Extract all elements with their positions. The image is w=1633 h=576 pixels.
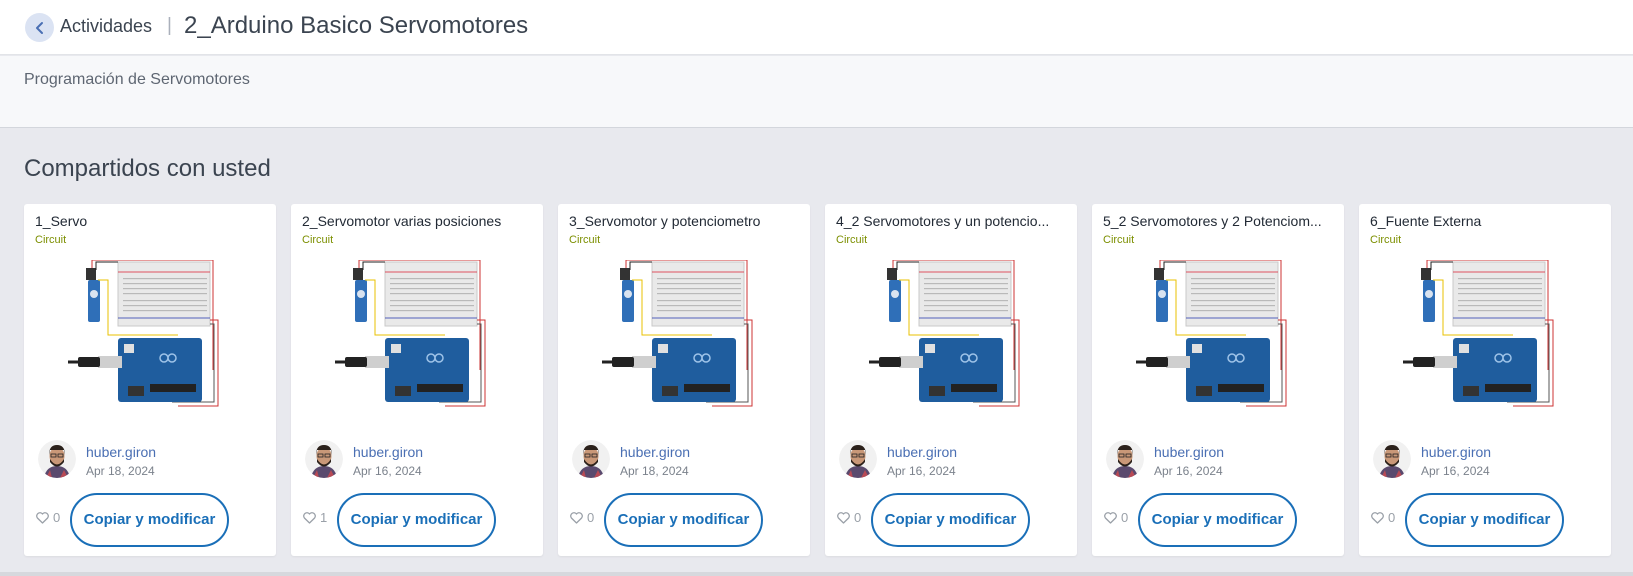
like-button[interactable]: 0 (837, 510, 861, 525)
design-card[interactable]: 3_Servomotor y potenciometro Circuit hub… (558, 204, 810, 556)
like-count: 0 (1121, 510, 1129, 525)
circuit-thumbnail[interactable] (1136, 260, 1306, 420)
heart-icon (570, 511, 583, 524)
card-date: Apr 18, 2024 (620, 464, 689, 478)
card-title[interactable]: 4_2 Servomotores y un potencio... (836, 213, 1071, 229)
divider (0, 572, 1633, 576)
design-card[interactable]: 1_Servo Circuit huber.giron Apr 18, 2024… (24, 204, 276, 556)
copy-and-modify-button[interactable]: Copiar y modificar (871, 493, 1030, 547)
author-avatar[interactable] (305, 440, 343, 478)
like-button[interactable]: 0 (570, 510, 594, 525)
copy-and-modify-button[interactable]: Copiar y modificar (337, 493, 496, 547)
page-title: 2_Arduino Basico Servomotores (184, 12, 529, 39)
chevron-left-icon (35, 21, 43, 34)
circuit-thumbnail[interactable] (335, 260, 505, 420)
heart-icon (1104, 511, 1117, 524)
like-count: 0 (53, 510, 61, 525)
back-button[interactable] (25, 13, 54, 42)
copy-and-modify-button[interactable]: Copiar y modificar (1405, 493, 1564, 547)
like-count: 0 (1388, 510, 1396, 525)
breadcrumb-separator: | (167, 15, 172, 36)
author-avatar[interactable] (1106, 440, 1144, 478)
author-link[interactable]: huber.giron (86, 444, 156, 460)
like-count: 1 (320, 510, 328, 525)
heart-icon (837, 511, 850, 524)
card-title[interactable]: 6_Fuente Externa (1370, 213, 1605, 229)
breadcrumb-actividades[interactable]: Actividades (60, 16, 152, 37)
author-link[interactable]: huber.giron (1421, 444, 1491, 460)
author-avatar[interactable] (572, 440, 610, 478)
card-type-label: Circuit (569, 234, 601, 246)
copy-and-modify-button[interactable]: Copiar y modificar (604, 493, 763, 547)
card-date: Apr 16, 2024 (1154, 464, 1223, 478)
description-panel: Programación de Servomotores (0, 56, 1633, 128)
circuit-thumbnail[interactable] (68, 260, 238, 420)
card-type-label: Circuit (836, 234, 868, 246)
copy-and-modify-button[interactable]: Copiar y modificar (1138, 493, 1297, 547)
like-button[interactable]: 0 (1104, 510, 1128, 525)
author-avatar[interactable] (38, 440, 76, 478)
like-button[interactable]: 1 (303, 510, 327, 525)
copy-and-modify-button[interactable]: Copiar y modificar (70, 493, 229, 547)
top-bar: Actividades | 2_Arduino Basico Servomoto… (0, 0, 1633, 55)
activity-description: Programación de Servomotores (24, 71, 250, 88)
card-date: Apr 16, 2024 (887, 464, 956, 478)
design-card[interactable]: 5_2 Servomotores y 2 Potenciom... Circui… (1092, 204, 1344, 556)
design-card[interactable]: 6_Fuente Externa Circuit huber.giron Apr… (1359, 204, 1611, 556)
card-type-label: Circuit (302, 234, 334, 246)
design-card[interactable]: 2_Servomotor varias posiciones Circuit h… (291, 204, 543, 556)
like-button[interactable]: 0 (1371, 510, 1395, 525)
heart-icon (1371, 511, 1384, 524)
author-link[interactable]: huber.giron (1154, 444, 1224, 460)
author-link[interactable]: huber.giron (887, 444, 957, 460)
like-count: 0 (854, 510, 862, 525)
author-link[interactable]: huber.giron (620, 444, 690, 460)
author-avatar[interactable] (839, 440, 877, 478)
like-count: 0 (587, 510, 595, 525)
section-title: Compartidos con usted (24, 155, 271, 182)
author-link[interactable]: huber.giron (353, 444, 423, 460)
card-type-label: Circuit (1370, 234, 1402, 246)
circuit-thumbnail[interactable] (1403, 260, 1573, 420)
card-title[interactable]: 2_Servomotor varias posiciones (302, 213, 537, 229)
author-avatar[interactable] (1373, 440, 1411, 478)
card-type-label: Circuit (1103, 234, 1135, 246)
card-date: Apr 16, 2024 (353, 464, 422, 478)
like-button[interactable]: 0 (36, 510, 60, 525)
circuit-thumbnail[interactable] (602, 260, 772, 420)
card-title[interactable]: 3_Servomotor y potenciometro (569, 213, 804, 229)
heart-icon (36, 511, 49, 524)
circuit-thumbnail[interactable] (869, 260, 1039, 420)
design-card[interactable]: 4_2 Servomotores y un potencio... Circui… (825, 204, 1077, 556)
card-title[interactable]: 1_Servo (35, 213, 270, 229)
card-date: Apr 18, 2024 (86, 464, 155, 478)
card-title[interactable]: 5_2 Servomotores y 2 Potenciom... (1103, 213, 1338, 229)
card-date: Apr 16, 2024 (1421, 464, 1490, 478)
card-type-label: Circuit (35, 234, 67, 246)
heart-icon (303, 511, 316, 524)
